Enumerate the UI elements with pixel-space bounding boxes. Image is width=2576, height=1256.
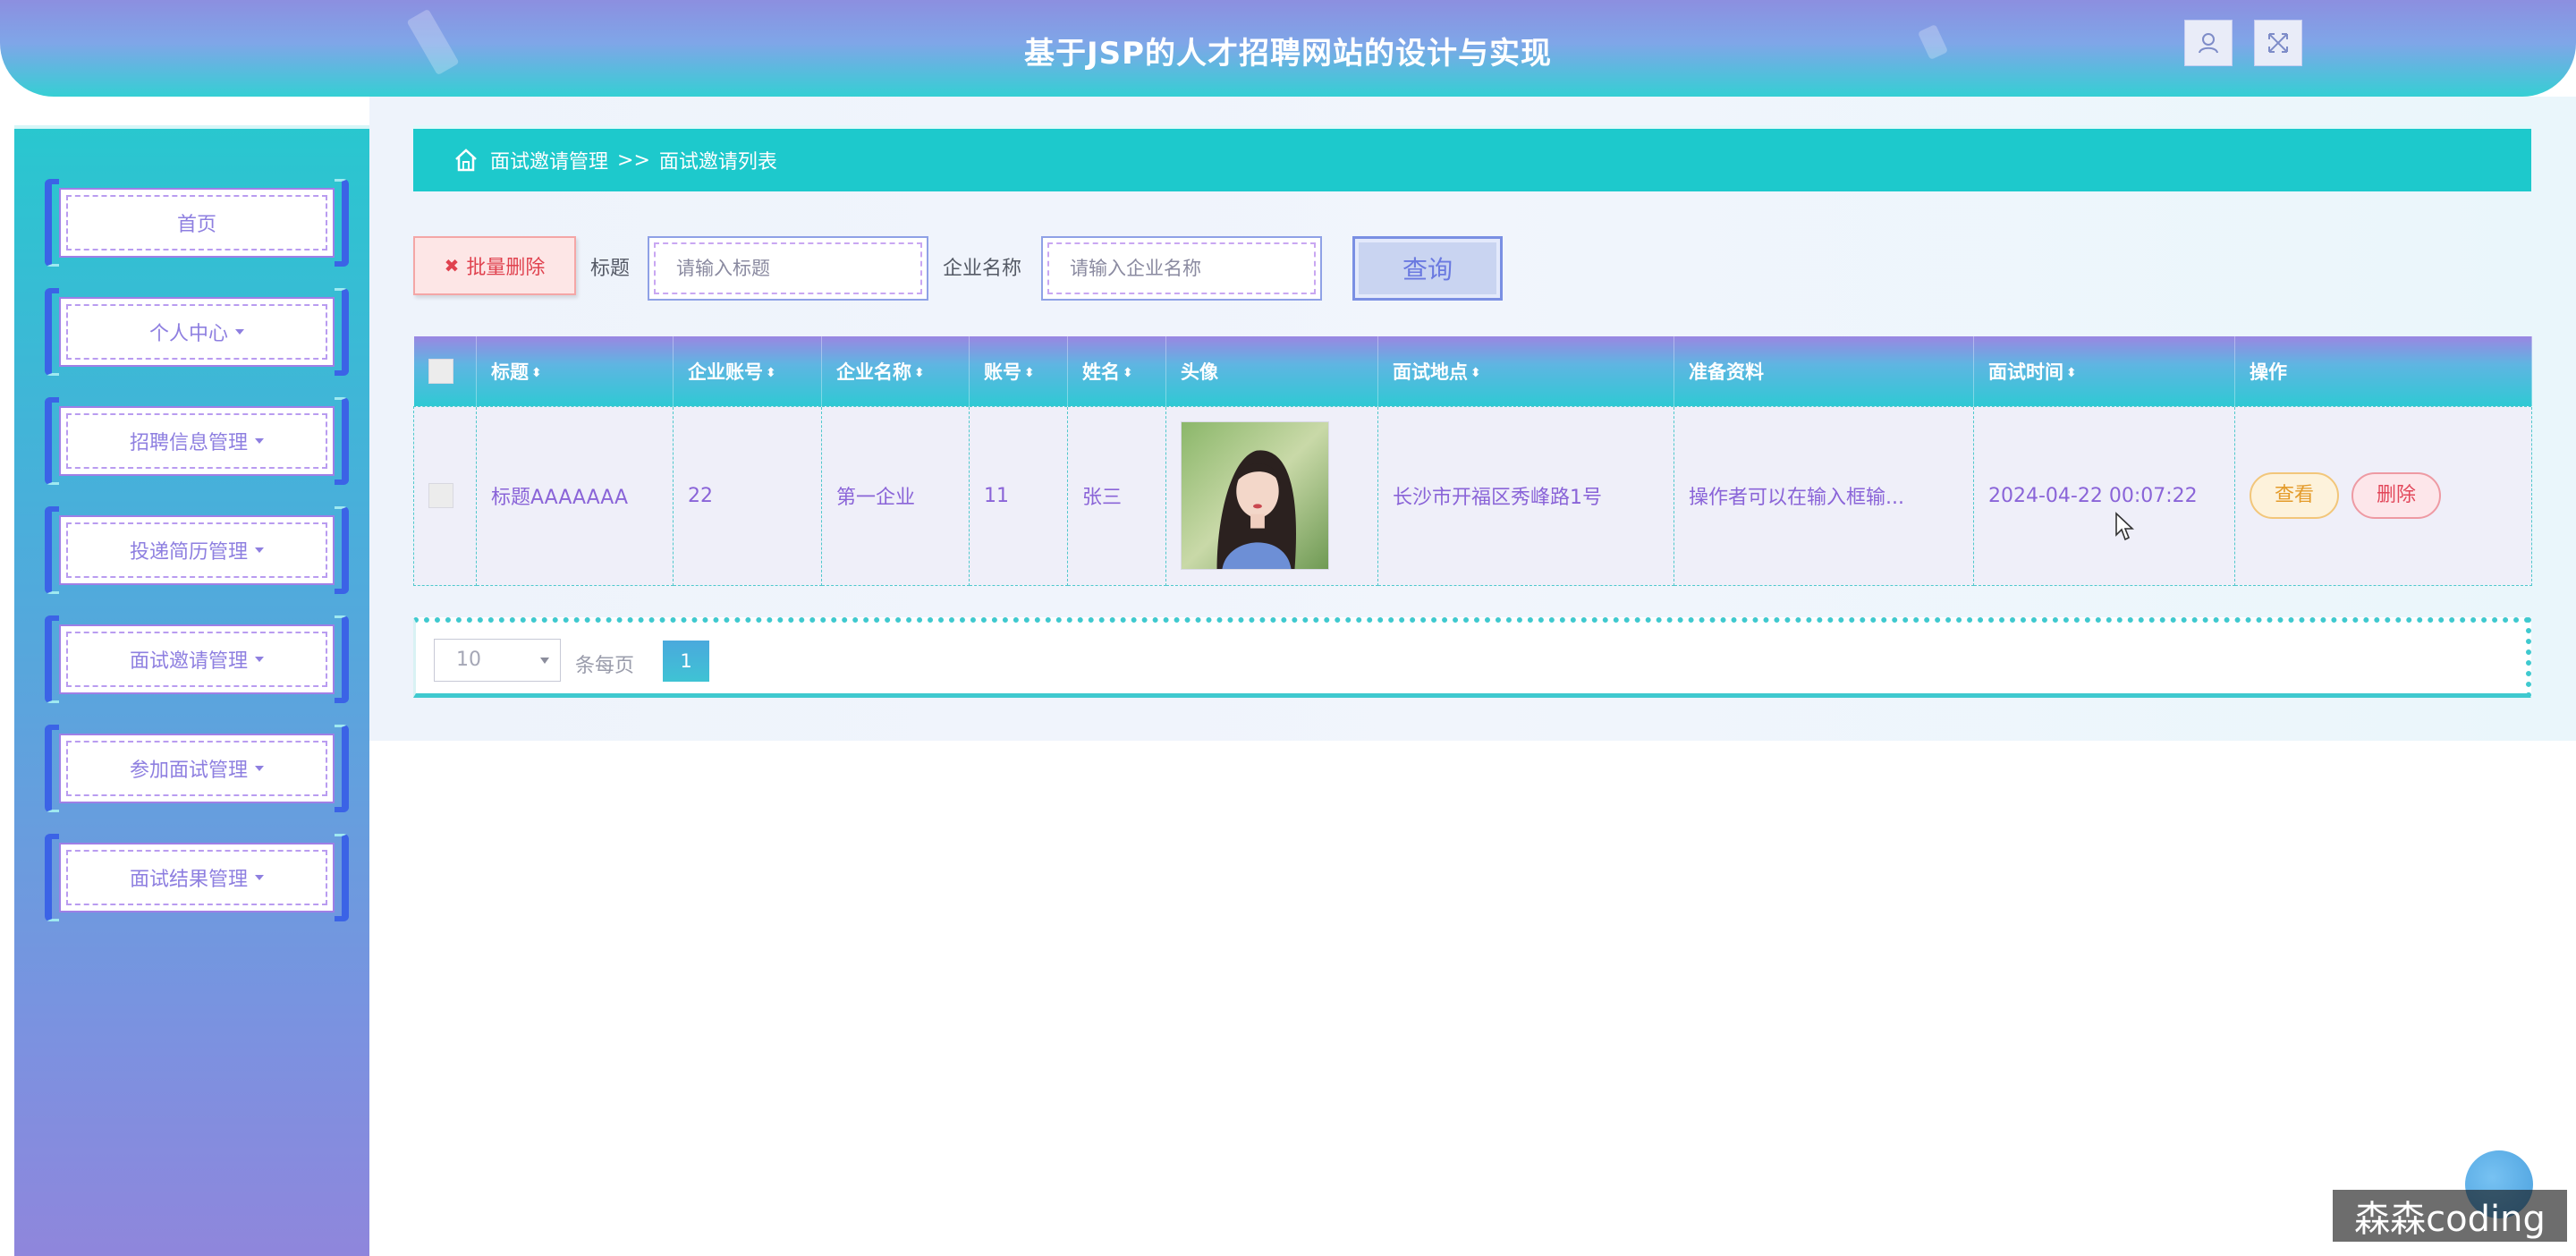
view-button[interactable]: 查看: [2250, 472, 2340, 519]
caret-down-icon: [255, 875, 264, 880]
watermark: 森森coding: [2333, 1190, 2567, 1242]
cell-avatar: [1165, 405, 1378, 586]
sidebar-item-interview-result[interactable]: 面试结果管理: [45, 834, 349, 921]
header-ops: 操作: [2234, 336, 2532, 406]
sort-icon: ⬍: [531, 365, 542, 380]
delete-button[interactable]: 删除: [2351, 472, 2442, 519]
header-avatar: 头像: [1165, 336, 1378, 406]
cell-company-name: 第一企业: [821, 405, 970, 586]
sort-icon: ⬍: [1470, 365, 1481, 380]
sidebar-item-label: 面试邀请管理: [129, 650, 248, 673]
row-select-cell: [413, 405, 477, 586]
sidebar-item-label: 个人中心: [148, 323, 228, 345]
cell-name: 张三: [1067, 405, 1166, 586]
sidebar-item-resume[interactable]: 投递简历管理: [45, 506, 349, 594]
sidebar-item-attend-interview[interactable]: 参加面试管理: [45, 725, 349, 812]
cell-account: 11: [969, 405, 1068, 586]
cell-title: 标题AAAAAAA: [476, 405, 674, 586]
header-materials: 准备资料: [1674, 336, 1974, 406]
cell-company-account: 22: [673, 405, 822, 586]
sidebar-item-label: 面试结果管理: [129, 869, 248, 891]
sidebar-item-label: 投递简历管理: [129, 541, 248, 564]
title-search-wrapper: [648, 236, 928, 301]
cell-time: 2024-04-22 00:07:22: [1973, 405, 2235, 586]
page-number-button[interactable]: 1: [663, 641, 709, 682]
title-search-input[interactable]: [648, 236, 928, 301]
sidebar-item-recruitment[interactable]: 招聘信息管理: [45, 397, 349, 485]
cell-ops: 查看 删除: [2234, 405, 2532, 586]
sidebar-item-label: 参加面试管理: [129, 760, 248, 782]
caret-down-icon: [235, 329, 244, 335]
sort-icon: ⬍: [914, 365, 925, 380]
breadcrumb-separator: >>: [617, 149, 650, 172]
top-header: 基于JSP的人才招聘网站的设计与实现: [0, 0, 2576, 97]
header-company-account[interactable]: 企业账号 ⬍: [673, 336, 822, 406]
sidebar-item-personal-center[interactable]: 个人中心: [45, 288, 349, 376]
fullscreen-icon: [2268, 33, 2288, 53]
header-location[interactable]: 面试地点 ⬍: [1377, 336, 1674, 406]
per-page-label: 条每页: [575, 655, 635, 677]
breadcrumb: 面试邀请管理 >> 面试邀请列表: [413, 125, 2531, 191]
user-button[interactable]: [2184, 20, 2233, 66]
table-row: 标题AAAAAAA 22 第一企业 11 张三 长沙市开福区秀峰路1号 操作者可…: [413, 405, 2532, 586]
interview-invite-table: 标题 ⬍ 企业账号 ⬍ 企业名称 ⬍ 账号 ⬍ 姓名 ⬍ 头像 面试地点 ⬍ 准备资料 面试…: [413, 336, 2532, 586]
header-title[interactable]: 标题 ⬍: [476, 336, 674, 406]
header-account[interactable]: 账号 ⬍: [969, 336, 1068, 406]
close-icon: ✖: [444, 255, 460, 276]
sort-icon: ⬍: [766, 365, 776, 380]
table-header-row: 标题 ⬍ 企业账号 ⬍ 企业名称 ⬍ 账号 ⬍ 姓名 ⬍ 头像 面试地点 ⬍ 准备资料 面试…: [413, 336, 2532, 406]
caret-down-icon: [540, 658, 549, 664]
sidebar-item-home[interactable]: 首页: [45, 179, 349, 267]
avatar-image[interactable]: [1181, 421, 1329, 570]
sidebar: 首页 个人中心 招聘信息管理 投递简历管理 面试邀请管理 参加面试管理 面试结果…: [14, 125, 369, 1256]
cell-materials: 操作者可以在输入框输...: [1674, 405, 1974, 586]
home-icon: [455, 149, 477, 172]
sort-icon: ⬍: [2066, 365, 2077, 380]
company-search-wrapper: [1041, 236, 1322, 301]
caret-down-icon: [255, 657, 264, 662]
batch-delete-label: 批量删除: [466, 257, 546, 279]
header-name[interactable]: 姓名 ⬍: [1067, 336, 1166, 406]
sort-icon: ⬍: [1123, 365, 1133, 380]
sidebar-item-label: 招聘信息管理: [129, 432, 248, 454]
sort-icon: ⬍: [1024, 365, 1035, 380]
caret-down-icon: [255, 438, 264, 444]
header-time[interactable]: 面试时间 ⬍: [1973, 336, 2235, 406]
title-search-label: 标题: [590, 258, 631, 280]
mouse-cursor-icon: [2115, 512, 2134, 541]
select-all-checkbox[interactable]: [428, 358, 453, 384]
company-search-label: 企业名称: [943, 258, 1022, 280]
sidebar-item-interview-invite[interactable]: 面试邀请管理: [45, 615, 349, 703]
query-button[interactable]: 查询: [1352, 236, 1503, 301]
breadcrumb-parent[interactable]: 面试邀请管理: [490, 146, 608, 174]
cell-location: 长沙市开福区秀峰路1号: [1377, 405, 1674, 586]
fullscreen-button[interactable]: [2254, 20, 2302, 66]
breadcrumb-current: 面试邀请列表: [658, 151, 777, 174]
user-icon: [2199, 33, 2218, 54]
header-company-name[interactable]: 企业名称 ⬍: [821, 336, 970, 406]
row-checkbox[interactable]: [428, 483, 453, 508]
sidebar-item-label: 首页: [176, 214, 216, 236]
select-all-cell: [413, 336, 477, 406]
company-search-input[interactable]: [1041, 236, 1322, 301]
caret-down-icon: [255, 766, 264, 771]
pagination: 10 条每页 1: [413, 617, 2531, 698]
caret-down-icon: [255, 547, 264, 553]
batch-delete-button[interactable]: ✖ 批量删除: [413, 236, 576, 295]
page-size-select[interactable]: 10: [434, 639, 561, 682]
